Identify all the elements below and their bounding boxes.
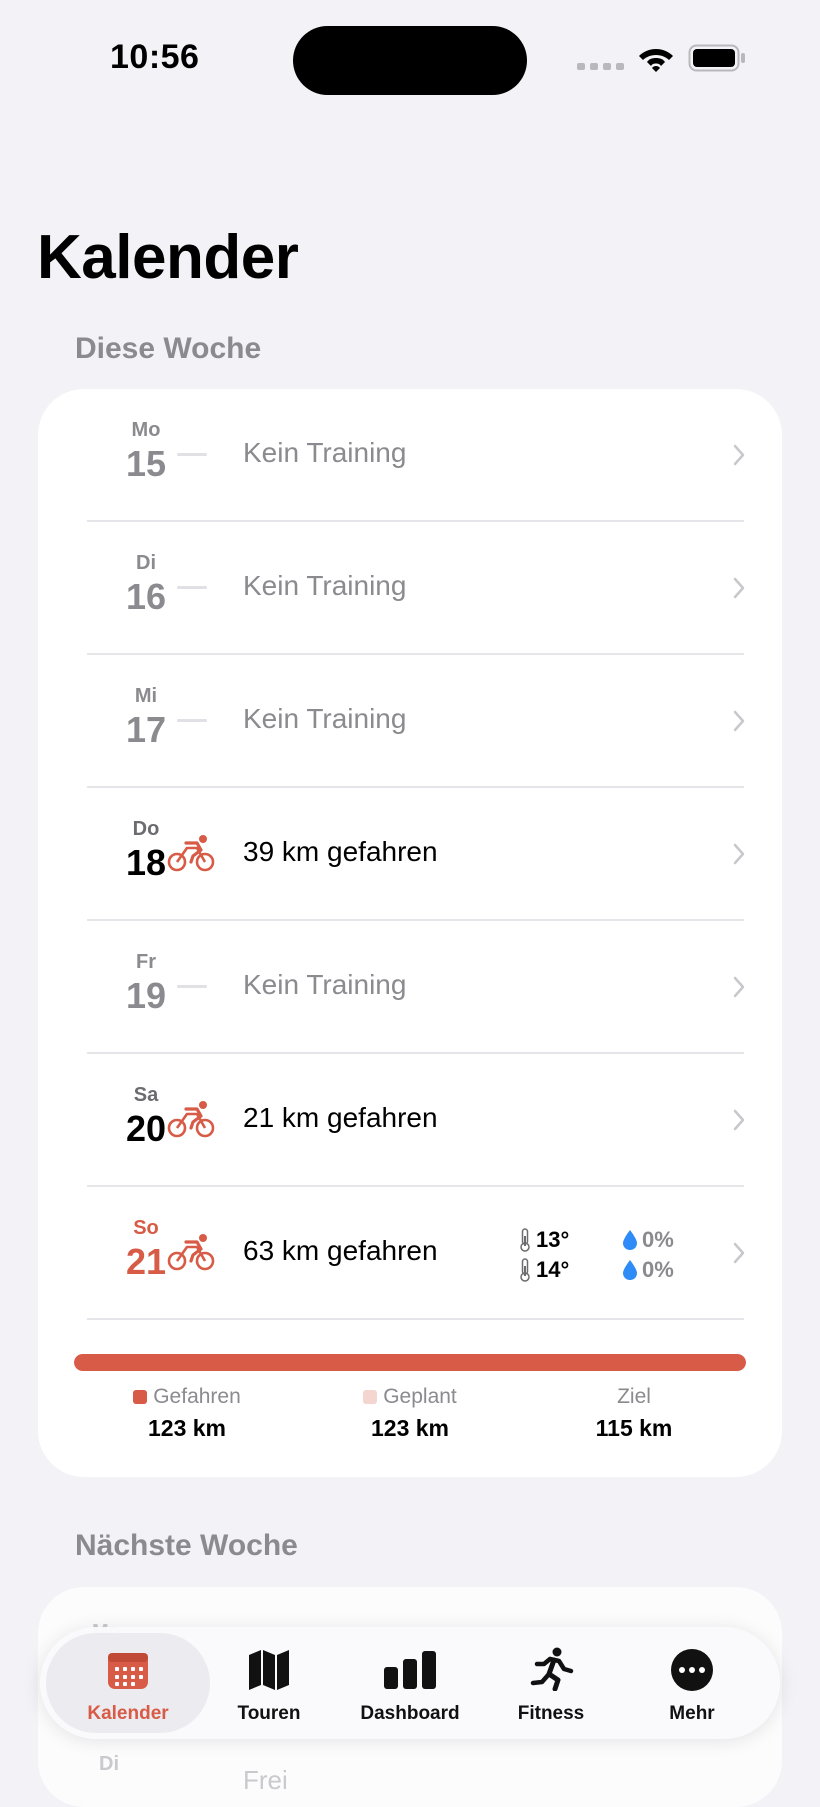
legend-value: 123 km: [370, 1415, 449, 1441]
day-number: 16: [125, 576, 167, 617]
bike-icon: [167, 1101, 215, 1138]
running-figure-icon: [530, 1647, 574, 1691]
bike-icon: [167, 835, 215, 872]
activity-label: Kein Training: [243, 437, 407, 468]
rain-probability: 0%: [642, 1257, 674, 1282]
tab-dashboard[interactable]: Dashboard: [340, 1627, 480, 1739]
no-training-dash-icon: [177, 586, 207, 589]
rain-forecast: 0% 0%: [622, 1225, 674, 1285]
more-icon: [671, 1649, 713, 1691]
cellular-signal-icon: [577, 62, 624, 70]
day-row-mi[interactable]: Mi 17 Kein Training: [38, 655, 782, 788]
activity-label: 21 km gefahren: [243, 1102, 438, 1133]
bar-chart-icon: [384, 1651, 436, 1689]
bike-icon: [167, 1234, 215, 1271]
no-training-dash-icon: [177, 453, 207, 456]
tab-touren[interactable]: Touren: [199, 1627, 339, 1739]
chevron-right-icon: [733, 843, 745, 865]
no-training-dash-icon: [177, 985, 207, 988]
temperature-forecast: 13° 14°: [518, 1225, 569, 1285]
day-abbr: Mi: [134, 685, 158, 707]
chevron-right-icon: [733, 577, 745, 599]
raindrop-icon: [623, 1230, 637, 1250]
legend-planned: Geplant 123 km: [310, 1385, 510, 1442]
legend-goal: Ziel 115 km: [534, 1385, 734, 1442]
legend-driven: Gefahren 123 km: [87, 1385, 287, 1442]
chevron-right-icon: [733, 976, 745, 998]
day-number: 19: [125, 975, 167, 1016]
day-row-mo[interactable]: Mo 15 Kein Training: [38, 389, 782, 522]
tab-fitness[interactable]: Fitness: [481, 1627, 621, 1739]
map-icon: [249, 1650, 289, 1690]
chevron-right-icon: [733, 1109, 745, 1131]
chevron-right-icon: [733, 1242, 745, 1264]
battery-icon: [688, 44, 745, 72]
tab-label: Kalender: [87, 1703, 169, 1724]
legend-value: 115 km: [595, 1415, 673, 1441]
section-label-this-week: Diese Woche: [75, 332, 262, 365]
activity-label: Kein Training: [243, 969, 407, 1000]
day-number: 17: [125, 709, 167, 750]
section-label-next-week: Nächste Woche: [75, 1529, 298, 1562]
day-number: 15: [125, 443, 167, 484]
activity-label: Kein Training: [243, 570, 407, 601]
status-icons: [577, 44, 746, 72]
day-abbr: Di: [136, 552, 156, 574]
chevron-right-icon: [733, 444, 745, 466]
weekly-progress-bar: [74, 1354, 746, 1371]
tab-label: Dashboard: [360, 1703, 460, 1724]
legend-label: Gefahren: [153, 1385, 241, 1408]
tab-mehr[interactable]: Mehr: [622, 1627, 762, 1739]
calendar-icon: [108, 1653, 148, 1689]
legend-swatch: [133, 1390, 148, 1404]
weekly-progress-fill: [74, 1354, 746, 1371]
no-training-dash-icon: [177, 719, 207, 722]
tab-bar: Kalender Touren Dashboard Fitness Mehr: [40, 1627, 780, 1739]
activity-label: Kein Training: [243, 703, 407, 734]
day-row-fr[interactable]: Fr 19 Kein Training: [38, 921, 782, 1054]
day-row-so[interactable]: So 21 63 km gefahren 13° 14° 0% 0%: [38, 1187, 782, 1320]
raindrop-icon: [623, 1260, 637, 1280]
legend-swatch: [363, 1390, 378, 1404]
page-title: Kalender: [37, 223, 299, 292]
dynamic-island: [293, 26, 527, 95]
temperature-value: 13°: [536, 1227, 570, 1252]
chevron-right-icon: [733, 710, 745, 732]
status-time: 10:56: [110, 38, 200, 76]
day-row-do[interactable]: Do 18 39 km gefahren: [38, 788, 782, 921]
legend-label: Ziel: [617, 1385, 651, 1408]
thermometer-icon: [520, 1228, 530, 1252]
row-divider: [87, 1318, 744, 1320]
day-abbr: Di: [99, 1753, 119, 1775]
day-row-sa[interactable]: Sa 20 21 km gefahren: [38, 1054, 782, 1187]
day-abbr: Mo: [131, 419, 161, 441]
tab-kalender[interactable]: Kalender: [40, 1627, 216, 1739]
tab-label: Fitness: [517, 1703, 585, 1724]
day-abbr: Fr: [136, 951, 156, 973]
legend-value: 123 km: [147, 1415, 226, 1441]
tab-label: Touren: [237, 1703, 301, 1724]
thermometer-icon: [520, 1258, 530, 1282]
tab-label: Mehr: [669, 1703, 715, 1724]
rain-probability: 0%: [642, 1227, 674, 1252]
activity-label: 63 km gefahren: [243, 1235, 438, 1266]
week-card: Mo 15 Kein Training Di 16 Kein Training …: [38, 389, 782, 1477]
day-row-di[interactable]: Di 16 Kein Training: [38, 522, 782, 655]
legend-label: Geplant: [383, 1385, 457, 1408]
activity-label: 39 km gefahren: [243, 836, 438, 867]
temperature-value: 14°: [536, 1257, 570, 1282]
wifi-icon: [639, 48, 673, 72]
